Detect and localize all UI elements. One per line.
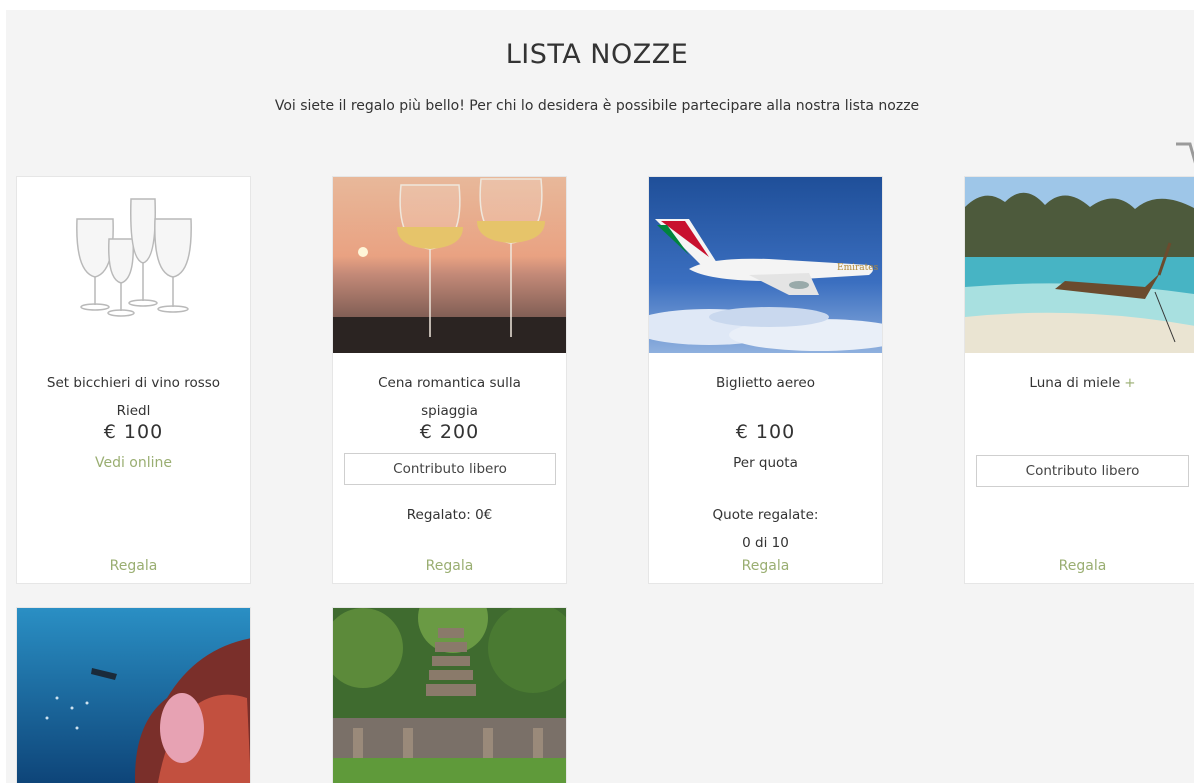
gift-price: € 100 — [103, 421, 164, 443]
gift-price: € 200 — [419, 421, 480, 443]
view-online-link[interactable]: Vedi online — [17, 455, 250, 471]
airplane-image: Emirates — [649, 177, 882, 353]
beach-boat-image — [965, 177, 1194, 353]
wine-glasses-image — [76, 198, 192, 317]
beach-dinner-image — [333, 177, 566, 353]
gift-image-water-temple[interactable] — [333, 608, 566, 783]
page-subtitle: Voi siete il regalo più bello! Per chi l… — [274, 98, 920, 114]
gift-name: Cena romantica sulla — [378, 375, 521, 391]
gift-image-coral-reef[interactable] — [17, 608, 250, 783]
gift-price: € 100 — [735, 421, 796, 443]
gift-button[interactable]: Regala — [649, 558, 882, 574]
per-share-label: Per quota — [733, 455, 798, 471]
temple-garden-image — [333, 608, 566, 783]
gift-card-honeymoon: Luna di miele + Contributo libero Regala — [964, 176, 1194, 584]
shares-gifted-value: 0 di 10 — [742, 535, 789, 551]
wedding-list-section: LISTA NOZZE Voi siete il regalo più bell… — [6, 10, 1194, 783]
gift-button[interactable]: Regala — [965, 558, 1194, 574]
gift-card-flight: Emirates Biglietto aereo € 100 Per quota… — [648, 176, 883, 584]
free-contribution-input[interactable]: Contributo libero — [344, 453, 556, 485]
gift-name: Luna di miele — [1029, 375, 1121, 391]
gift-name: Set bicchieri di vino rosso — [46, 375, 221, 391]
plus-icon[interactable]: + — [1124, 375, 1135, 391]
gift-card-dinner: Cena romantica sulla spiaggia € 200 Cont… — [332, 176, 567, 584]
gift-image-wine-glasses[interactable] — [17, 177, 250, 353]
shares-gifted-label: Quote regalate: — [712, 507, 819, 523]
gift-card-glasses: Set bicchieri di vino rosso Riedl € 100 … — [16, 176, 251, 584]
gift-button[interactable]: Regala — [17, 558, 250, 574]
gifted-amount: Regalato: 0€ — [406, 507, 493, 523]
gift-image-beach-dinner[interactable] — [333, 177, 566, 353]
gift-button[interactable]: Regala — [333, 558, 566, 574]
coral-reef-image — [17, 608, 250, 783]
gift-image-airplane[interactable]: Emirates — [649, 177, 882, 353]
page-title: LISTA NOZZE — [505, 39, 689, 70]
next-arrow-icon[interactable] — [1174, 138, 1194, 178]
airline-logo-text: Emirates — [837, 263, 879, 273]
gift-name-row: Luna di miele + — [965, 369, 1194, 397]
gift-image-boat-beach[interactable] — [965, 177, 1194, 353]
free-contribution-input[interactable]: Contributo libero — [976, 455, 1189, 487]
gift-card-temple — [332, 607, 567, 783]
gift-name: Biglietto aereo — [716, 375, 815, 391]
gift-card-diving — [16, 607, 251, 783]
